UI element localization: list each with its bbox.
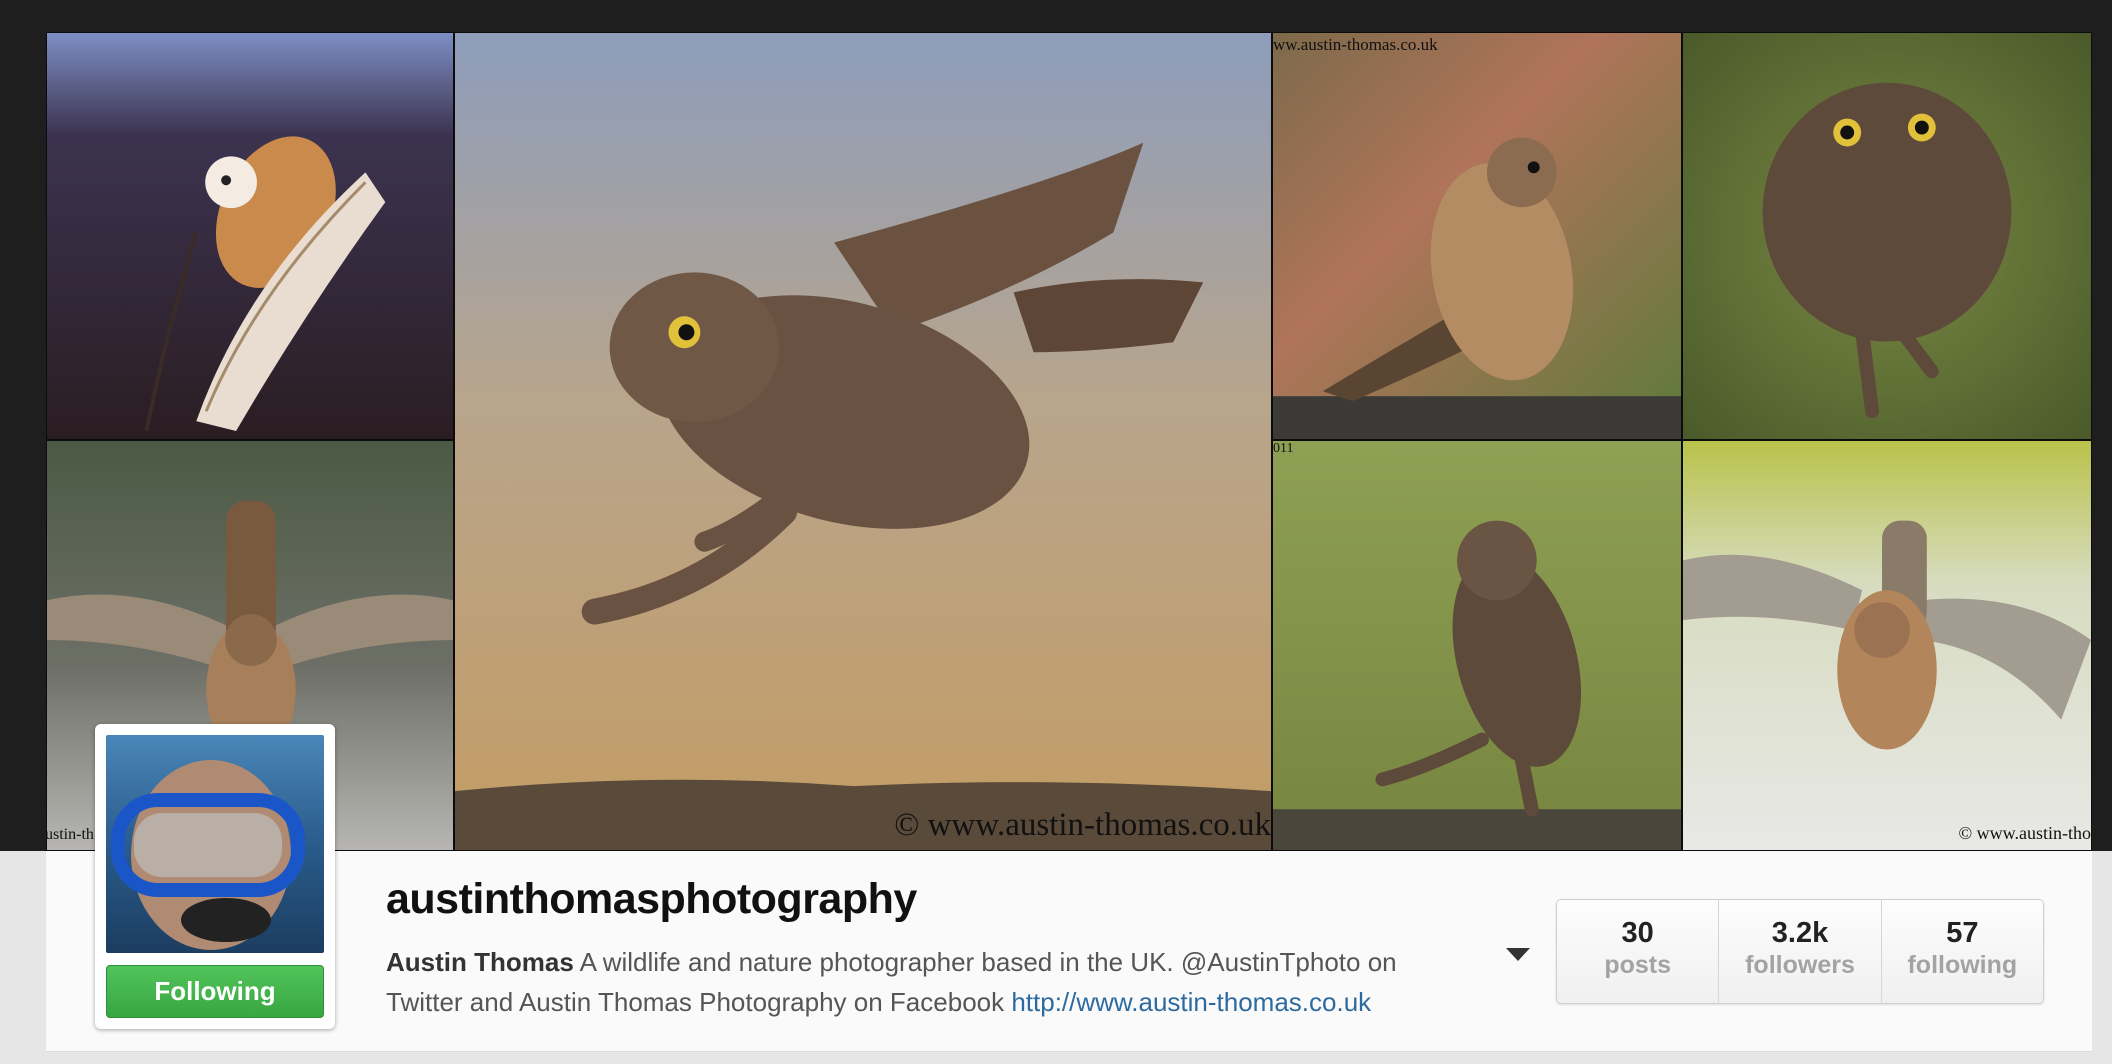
avatar[interactable] (106, 735, 324, 953)
stat-value: 57 (1946, 917, 1979, 949)
stat-value: 3.2k (1771, 917, 1829, 949)
watermark: ustin-th (46, 826, 94, 843)
stat-label: following (1907, 951, 2018, 979)
watermark: © www.austin-thomas.co.uk (894, 807, 1271, 843)
profile-username: austinthomasphotography (386, 875, 917, 923)
photo-barn-owl[interactable] (46, 32, 454, 440)
profile-bio: Austin Thomas A wildlife and nature phot… (386, 942, 1466, 1022)
photo-little-owl-walking[interactable]: 011 (1272, 440, 1682, 851)
profile-full-name: Austin Thomas (386, 947, 574, 977)
watermark: © www.austin-tho (1958, 823, 2092, 843)
stat-label: followers (1745, 951, 1855, 979)
profile-stats: 30 posts 3.2k followers 57 following (1556, 899, 2044, 1004)
caret-down-icon[interactable] (1506, 948, 1530, 961)
following-button[interactable]: Following (106, 965, 324, 1018)
stat-followers[interactable]: 3.2k followers (1718, 900, 1880, 1003)
watermark: ww.austin-thomas.co.uk (1273, 35, 1438, 54)
photo-kestrel-landing[interactable]: © www.austin-tho (1682, 440, 2092, 851)
stat-value: 30 (1621, 917, 1654, 949)
photo-little-owl-flying[interactable]: © www.austin-thomas.co.uk (454, 32, 1272, 851)
avatar-card: Following (95, 724, 335, 1029)
stat-posts[interactable]: 30 posts (1557, 900, 1718, 1003)
watermark: 011 (1273, 441, 1294, 456)
stat-following[interactable]: 57 following (1880, 900, 2043, 1003)
profile-website-link[interactable]: http://www.austin-thomas.co.uk (1011, 987, 1371, 1017)
photo-little-owl-front[interactable] (1682, 32, 2092, 440)
stat-label: posts (1604, 951, 1671, 979)
photo-kestrel-walking[interactable]: ww.austin-thomas.co.uk (1272, 32, 1682, 440)
header-photo-grid: ustin-th © www.austin-thomas.co.uk ww.au… (46, 32, 2092, 851)
